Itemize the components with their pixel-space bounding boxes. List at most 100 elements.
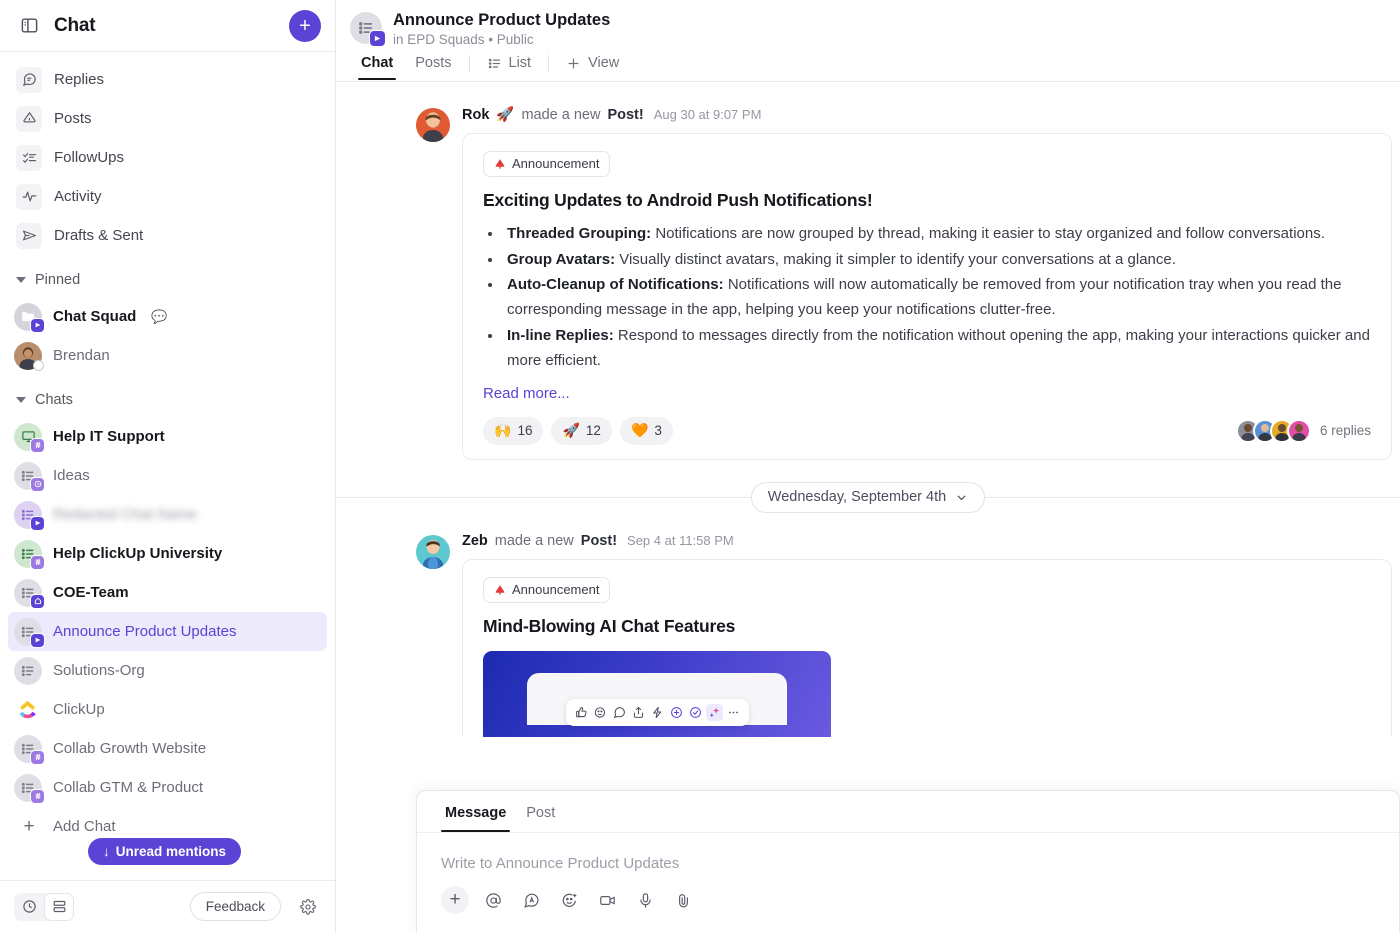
tab-label: List <box>508 55 532 72</box>
thumbs-up-icon[interactable] <box>573 704 590 721</box>
unread-mentions-label: Unread mentions <box>115 844 227 859</box>
new-chat-button[interactable]: + <box>289 9 321 42</box>
sidebar-section-pinned[interactable]: Pinned <box>8 263 327 297</box>
tab-add-view[interactable]: View <box>555 55 630 80</box>
composer-tab-message[interactable]: Message <box>435 791 516 832</box>
post-card[interactable]: Announcement Mind-Blowing AI Chat Featur… <box>462 558 1392 737</box>
sidebar-item-label: Drafts & Sent <box>54 227 144 244</box>
read-more-link[interactable]: Read more... <box>483 385 570 402</box>
date-divider-button[interactable]: Wednesday, September 4th <box>750 481 986 513</box>
sidebar-item-posts[interactable]: Posts <box>8 99 327 138</box>
resolve-check-icon[interactable] <box>687 704 704 721</box>
comment-icon[interactable] <box>611 704 628 721</box>
sidebar-chat-coe-team[interactable]: COE-Team <box>8 573 327 612</box>
sidebar-chat-help-it-support[interactable]: Help IT Support <box>8 417 327 456</box>
bullet-term: Group Avatars: <box>507 250 616 268</box>
avatar[interactable] <box>416 534 450 569</box>
more-dots-icon[interactable] <box>725 704 742 721</box>
tab-posts[interactable]: Posts <box>404 55 462 80</box>
preview-toolbar <box>565 698 749 726</box>
sidebar-footer: Feedback <box>0 880 335 932</box>
avatar <box>14 773 45 804</box>
megaphone-red-icon <box>494 158 506 170</box>
badge-label: Announcement <box>512 582 600 598</box>
unread-mentions-button[interactable]: ↓ Unread mentions <box>88 838 242 865</box>
post-image-preview[interactable] <box>483 650 831 737</box>
video-camera-icon[interactable] <box>593 886 621 914</box>
avatar <box>14 617 45 648</box>
sidebar-chat-help-clickup-university[interactable]: Help ClickUp University <box>8 534 327 573</box>
divider-line <box>985 496 1400 498</box>
sidebar-chat-clickup[interactable]: ClickUp <box>8 690 327 729</box>
ai-assist-icon[interactable] <box>517 886 545 914</box>
hash-badge-icon <box>30 749 45 765</box>
plus-icon[interactable]: + <box>441 886 469 914</box>
sidebar-chat-label: Collab GTM & Product <box>53 779 204 796</box>
sidebar-chat-label: COE-Team <box>53 584 129 601</box>
sidebar-chat-brendan[interactable]: Brendan <box>8 336 327 375</box>
home-badge-icon <box>30 593 45 609</box>
post-item: Rok 🚀 made a new Post! Aug 30 at 9:07 PM… <box>336 90 1400 460</box>
comment-icon <box>16 66 42 93</box>
message-input[interactable]: Write to Announce Product Updates <box>417 833 1399 880</box>
list-icon <box>14 656 42 685</box>
composer-tab-post[interactable]: Post <box>516 791 565 832</box>
lightning-icon[interactable] <box>649 704 666 721</box>
space-name: EPD Squads <box>407 31 485 47</box>
tab-chat[interactable]: Chat <box>350 55 404 81</box>
post-action-bold: Post! <box>580 532 618 549</box>
send-plane-icon <box>16 222 42 249</box>
tab-list[interactable]: List <box>476 55 543 80</box>
sidebar-chat-announce-product-updates[interactable]: Announce Product Updates <box>8 612 327 651</box>
composer-toolbar: + <box>417 880 1399 932</box>
microphone-icon[interactable] <box>631 886 659 914</box>
stacked-layout-icon[interactable] <box>44 892 74 921</box>
post-author[interactable]: Zeb <box>462 533 488 549</box>
attachment-clip-icon[interactable] <box>669 886 697 914</box>
avatar[interactable] <box>416 107 450 142</box>
sidebar-item-followups[interactable]: FollowUps <box>8 138 327 177</box>
post-meta: Zeb made a new Post! Sep 4 at 11:58 PM <box>462 533 1400 549</box>
sidebar-chat-label: ClickUp <box>53 701 105 718</box>
sidebar-chat-ideas[interactable]: Ideas <box>8 456 327 495</box>
status-indicator <box>33 359 44 371</box>
reaction-chip[interactable]: 🧡 3 <box>619 416 673 445</box>
clock-badge-icon <box>30 476 45 492</box>
sidebar-item-activity[interactable]: Activity <box>8 177 327 216</box>
sidebar-chat-collab-growth-website[interactable]: Collab Growth Website <box>8 729 327 768</box>
emoji-reaction-icon[interactable] <box>592 704 609 721</box>
gear-icon[interactable] <box>295 894 321 920</box>
divider-line <box>336 496 751 498</box>
sidebar-chat-solutions-org[interactable]: Solutions-Org <box>8 651 327 690</box>
reaction-chip[interactable]: 🙌 16 <box>483 416 544 445</box>
reaction-count: 3 <box>654 423 662 439</box>
post-author[interactable]: Rok <box>462 107 489 123</box>
clock-history-icon[interactable] <box>14 893 44 921</box>
sidebar-chat-label: Help IT Support <box>53 428 165 445</box>
sidebar-chat-redacted[interactable]: Redacted Chat Name <box>8 495 327 534</box>
ai-sparkle-icon[interactable] <box>705 703 723 721</box>
share-upload-icon[interactable] <box>630 704 647 721</box>
sidebar-item-drafts-and-sent[interactable]: Drafts & Sent <box>8 216 327 255</box>
avatar <box>14 302 45 333</box>
replies-link[interactable]: 6 replies <box>1235 418 1371 443</box>
sidebar-scroll[interactable]: Replies Posts FollowUps Activity Drafts … <box>0 52 335 880</box>
mention-at-icon[interactable] <box>479 886 507 914</box>
panel-toggle-icon[interactable] <box>16 13 42 39</box>
sidebar-item-replies[interactable]: Replies <box>8 60 327 99</box>
post-card[interactable]: Announcement Exciting Updates to Android… <box>462 132 1392 460</box>
chevron-down-icon <box>955 491 968 504</box>
view-mode-toggle[interactable] <box>14 892 74 921</box>
feedback-button[interactable]: Feedback <box>189 892 281 921</box>
sidebar-header: Chat + <box>0 0 335 52</box>
add-circle-icon[interactable] <box>668 704 685 721</box>
chevron-down-icon <box>16 397 26 403</box>
sidebar-section-chats[interactable]: Chats <box>8 383 327 417</box>
post-body: Zeb made a new Post! Sep 4 at 11:58 PM A… <box>462 533 1400 737</box>
reaction-row: 🙌 16 🚀 12 🧡 3 6 replies <box>483 416 1371 445</box>
list-item: Group Avatars: Visually distinct avatars… <box>503 248 1371 273</box>
reaction-chip[interactable]: 🚀 12 <box>551 416 612 445</box>
sidebar-chat-collab-gtm-and-product[interactable]: Collab GTM & Product <box>8 768 327 807</box>
sidebar-chat-chat-squad[interactable]: Chat Squad 💬 <box>8 297 327 336</box>
emoji-icon[interactable] <box>555 886 583 914</box>
